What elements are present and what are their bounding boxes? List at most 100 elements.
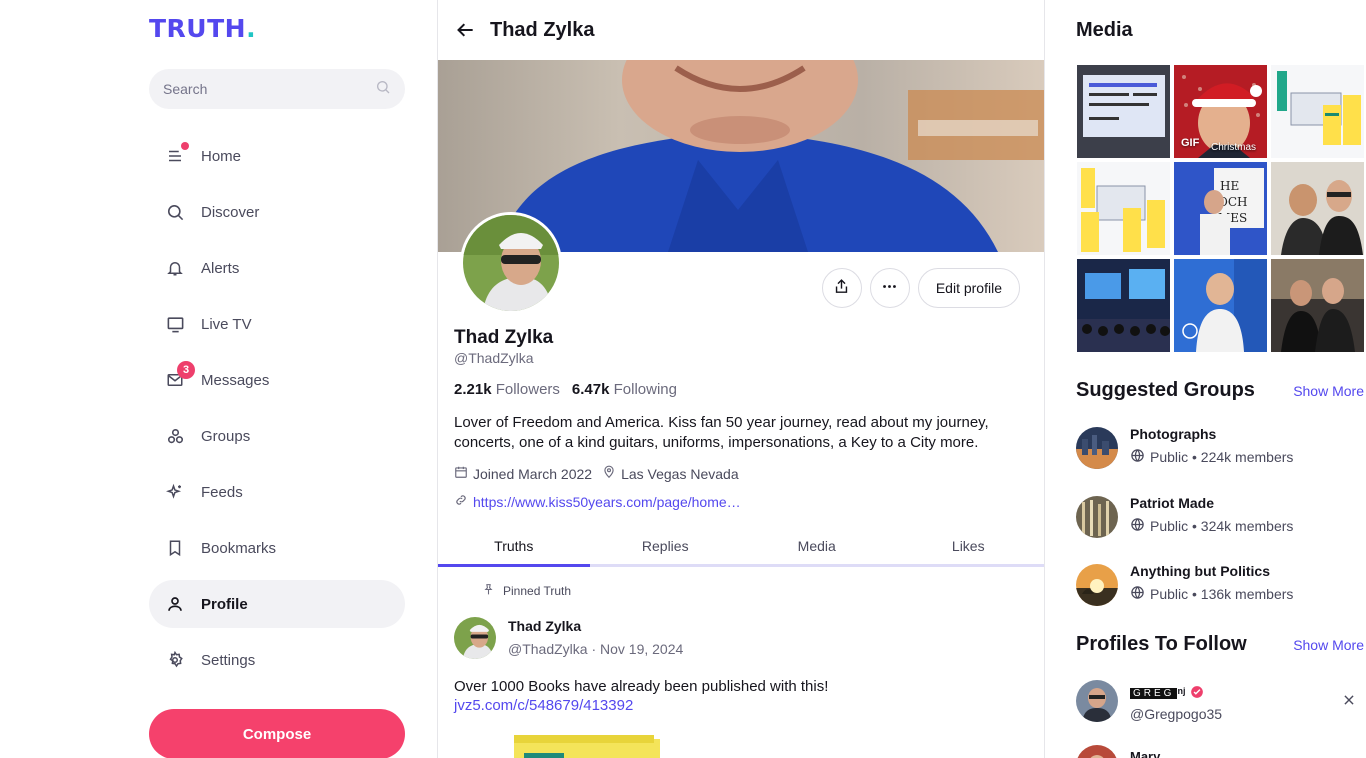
- nav-groups[interactable]: Groups: [149, 412, 405, 460]
- suggested-profile[interactable]: GREG nj @Gregpogo35: [1076, 679, 1222, 722]
- more-options-button[interactable]: [869, 268, 910, 308]
- profiles-show-more-link[interactable]: Show More: [1293, 637, 1364, 653]
- link-icon: [454, 493, 468, 510]
- nav-messages[interactable]: 3 Messages: [149, 356, 405, 404]
- nav-alerts[interactable]: Alerts: [149, 244, 405, 292]
- nav-home[interactable]: Home: [149, 132, 405, 180]
- media-thumbnail[interactable]: [1077, 65, 1170, 158]
- followers-count: 2.21k: [454, 381, 492, 398]
- profile-tabs: Truths Replies Media Likes: [438, 529, 1044, 567]
- media-thumbnail[interactable]: [1077, 162, 1170, 255]
- nav-profile[interactable]: Profile: [149, 580, 405, 628]
- media-thumbnail[interactable]: [1271, 65, 1364, 158]
- group-item[interactable]: Patriot Made Public • 324k members: [1076, 495, 1293, 538]
- tab-truths[interactable]: Truths: [438, 529, 590, 567]
- following-link[interactable]: 6.47k Following: [572, 381, 677, 398]
- profile-actions: Edit profile: [821, 268, 1020, 308]
- globe-icon: [1130, 517, 1145, 535]
- nav-groups-label: Groups: [201, 427, 251, 445]
- post-link[interactable]: jvz5.com/c/548679/413392: [454, 697, 633, 714]
- search-icon: [165, 202, 185, 222]
- search-icon[interactable]: [375, 79, 391, 100]
- media-thumbnail[interactable]: [1271, 162, 1364, 255]
- svg-text:HE: HE: [1220, 179, 1239, 193]
- home-icon: [165, 142, 189, 166]
- nav-bookmarks-label: Bookmarks: [201, 539, 277, 557]
- group-meta: Public • 324k members: [1150, 518, 1294, 534]
- profile-name-suffix: nj: [1177, 685, 1186, 696]
- post-image[interactable]: [514, 733, 662, 758]
- share-button[interactable]: [821, 268, 862, 308]
- nav-live-tv[interactable]: Live TV: [149, 300, 405, 348]
- nav-alerts-label: Alerts: [201, 259, 240, 277]
- group-name: Photographs: [1130, 426, 1217, 442]
- nav-home-label: Home: [201, 147, 242, 165]
- pinned-label: Pinned Truth: [503, 584, 572, 598]
- gif-label: GIF: [1181, 137, 1200, 149]
- website-link[interactable]: https://www.kiss50years.com/page/home…: [473, 494, 741, 510]
- post-author-meta: @ThadZylka · Nov 19, 2024: [508, 641, 684, 657]
- post-author-avatar[interactable]: [454, 617, 496, 659]
- profile-name: Mary: [1130, 749, 1161, 758]
- media-thumbnail[interactable]: HE OCH MES: [1174, 162, 1267, 255]
- globe-icon: [1130, 448, 1145, 466]
- pin-icon: [482, 583, 495, 599]
- share-icon: [833, 278, 850, 298]
- media-grid: GIF Christmas HE OCH MES: [1077, 65, 1364, 352]
- sparkle-icon: [165, 482, 185, 502]
- nav-messages-label: Messages: [201, 371, 270, 389]
- media-thumbnail-gif[interactable]: GIF Christmas: [1174, 65, 1267, 158]
- close-icon[interactable]: [1342, 693, 1356, 707]
- nav-bookmarks[interactable]: Bookmarks: [149, 524, 405, 572]
- media-section-title: Media: [1076, 19, 1133, 41]
- media-thumbnail[interactable]: [1077, 259, 1170, 352]
- profile-header: Thad Zylka: [438, 0, 1044, 60]
- left-sidebar: TRUTH. Home Discover: [0, 0, 437, 758]
- profile-handle: @Gregpogo35: [1130, 706, 1223, 722]
- groups-icon: [165, 426, 185, 446]
- more-dots-icon: [881, 278, 898, 298]
- messages-count-badge: 3: [177, 361, 195, 379]
- globe-icon: [1130, 585, 1145, 603]
- group-name: Patriot Made: [1130, 495, 1215, 511]
- bookmark-icon: [165, 538, 185, 558]
- group-item[interactable]: Anything but Politics Public • 136k memb…: [1076, 563, 1293, 606]
- profile-name: Thad Zylka: [454, 327, 554, 348]
- nav-profile-label: Profile: [201, 595, 248, 613]
- suggested-profile[interactable]: Mary: [1076, 744, 1160, 758]
- user-icon: [165, 594, 185, 614]
- tab-replies[interactable]: Replies: [590, 529, 742, 564]
- bell-icon: [165, 258, 185, 278]
- post-author-name[interactable]: Thad Zylka: [508, 618, 581, 634]
- groups-show-more-link[interactable]: Show More: [1293, 383, 1364, 399]
- media-thumbnail[interactable]: [1271, 259, 1364, 352]
- group-item[interactable]: Photographs Public • 224k members: [1076, 426, 1293, 469]
- location-pin-icon: [602, 465, 616, 482]
- profile-avatar[interactable]: [460, 212, 562, 314]
- search-input[interactable]: [163, 81, 375, 97]
- search-bar: [149, 69, 405, 109]
- group-meta: Public • 224k members: [1150, 449, 1294, 465]
- suggested-groups-title: Suggested Groups: [1076, 379, 1255, 401]
- compose-button[interactable]: Compose: [149, 709, 405, 758]
- profile-bio: Lover of Freedom and America. Kiss fan 5…: [454, 414, 989, 451]
- profile-handle: @ThadZylka: [454, 350, 534, 366]
- following-count: 6.47k: [571, 381, 610, 398]
- profile-meta: Joined March 2022 Las Vegas Nevada: [454, 465, 749, 482]
- tab-likes[interactable]: Likes: [893, 529, 1045, 564]
- back-arrow-icon[interactable]: [456, 19, 478, 41]
- pinned-indicator: Pinned Truth: [482, 583, 571, 599]
- group-avatar: [1076, 427, 1118, 469]
- media-thumbnail[interactable]: [1174, 259, 1267, 352]
- main-nav: Home Discover Alerts Live TV 3 Messages …: [149, 132, 405, 692]
- nav-settings[interactable]: Settings: [149, 636, 405, 684]
- truth-logo[interactable]: TRUTH.: [149, 14, 256, 43]
- followers-link[interactable]: 2.21k Followers: [454, 381, 560, 398]
- location-text: Las Vegas Nevada: [621, 465, 739, 482]
- group-avatar: [1076, 564, 1118, 606]
- nav-feeds[interactable]: Feeds: [149, 468, 405, 516]
- nav-discover[interactable]: Discover: [149, 188, 405, 236]
- nav-feeds-label: Feeds: [201, 483, 243, 501]
- tab-media[interactable]: Media: [741, 529, 893, 564]
- edit-profile-button[interactable]: Edit profile: [917, 268, 1020, 308]
